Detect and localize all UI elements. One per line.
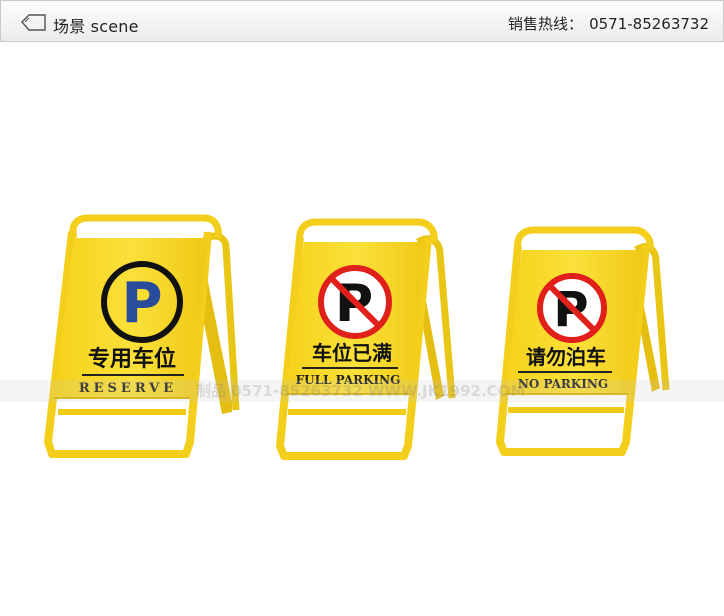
watermark: 制品 0571-85263732 WWW.JK1992.COM [0,378,724,404]
sales-hotline: 销售热线： 0571-85263732 [508,13,709,34]
hotline-label: 销售热线： [508,15,584,33]
product-photo: P 专用车位 RESERVE P 车位已满 FULL PARKING [44,214,670,460]
sign-full-parking-cn: 车位已满 [312,341,392,365]
scene-icon [21,14,46,31]
sign-reserve-cn: 专用车位 [88,346,176,372]
no-parking-icon: P [318,265,392,339]
header-bar: 场景 scene 销售热线： 0571-85263732 [0,0,724,42]
no-parking-icon: P [537,273,607,343]
sign-no-parking-cn: 请勿泊车 [526,345,606,369]
sign-no-parking: P 请勿泊车 NO PARKING [496,226,670,456]
scene-title: 场景 scene [53,17,139,36]
hotline-number: 0571-85263732 [589,15,709,33]
sign-reserve: P 专用车位 RESERVE [44,214,240,458]
sign-full-parking: P 车位已满 FULL PARKING [276,218,456,460]
svg-text:P: P [121,271,162,336]
watermark-text: 制品 0571-85263732 WWW.JK1992.COM [196,382,526,400]
